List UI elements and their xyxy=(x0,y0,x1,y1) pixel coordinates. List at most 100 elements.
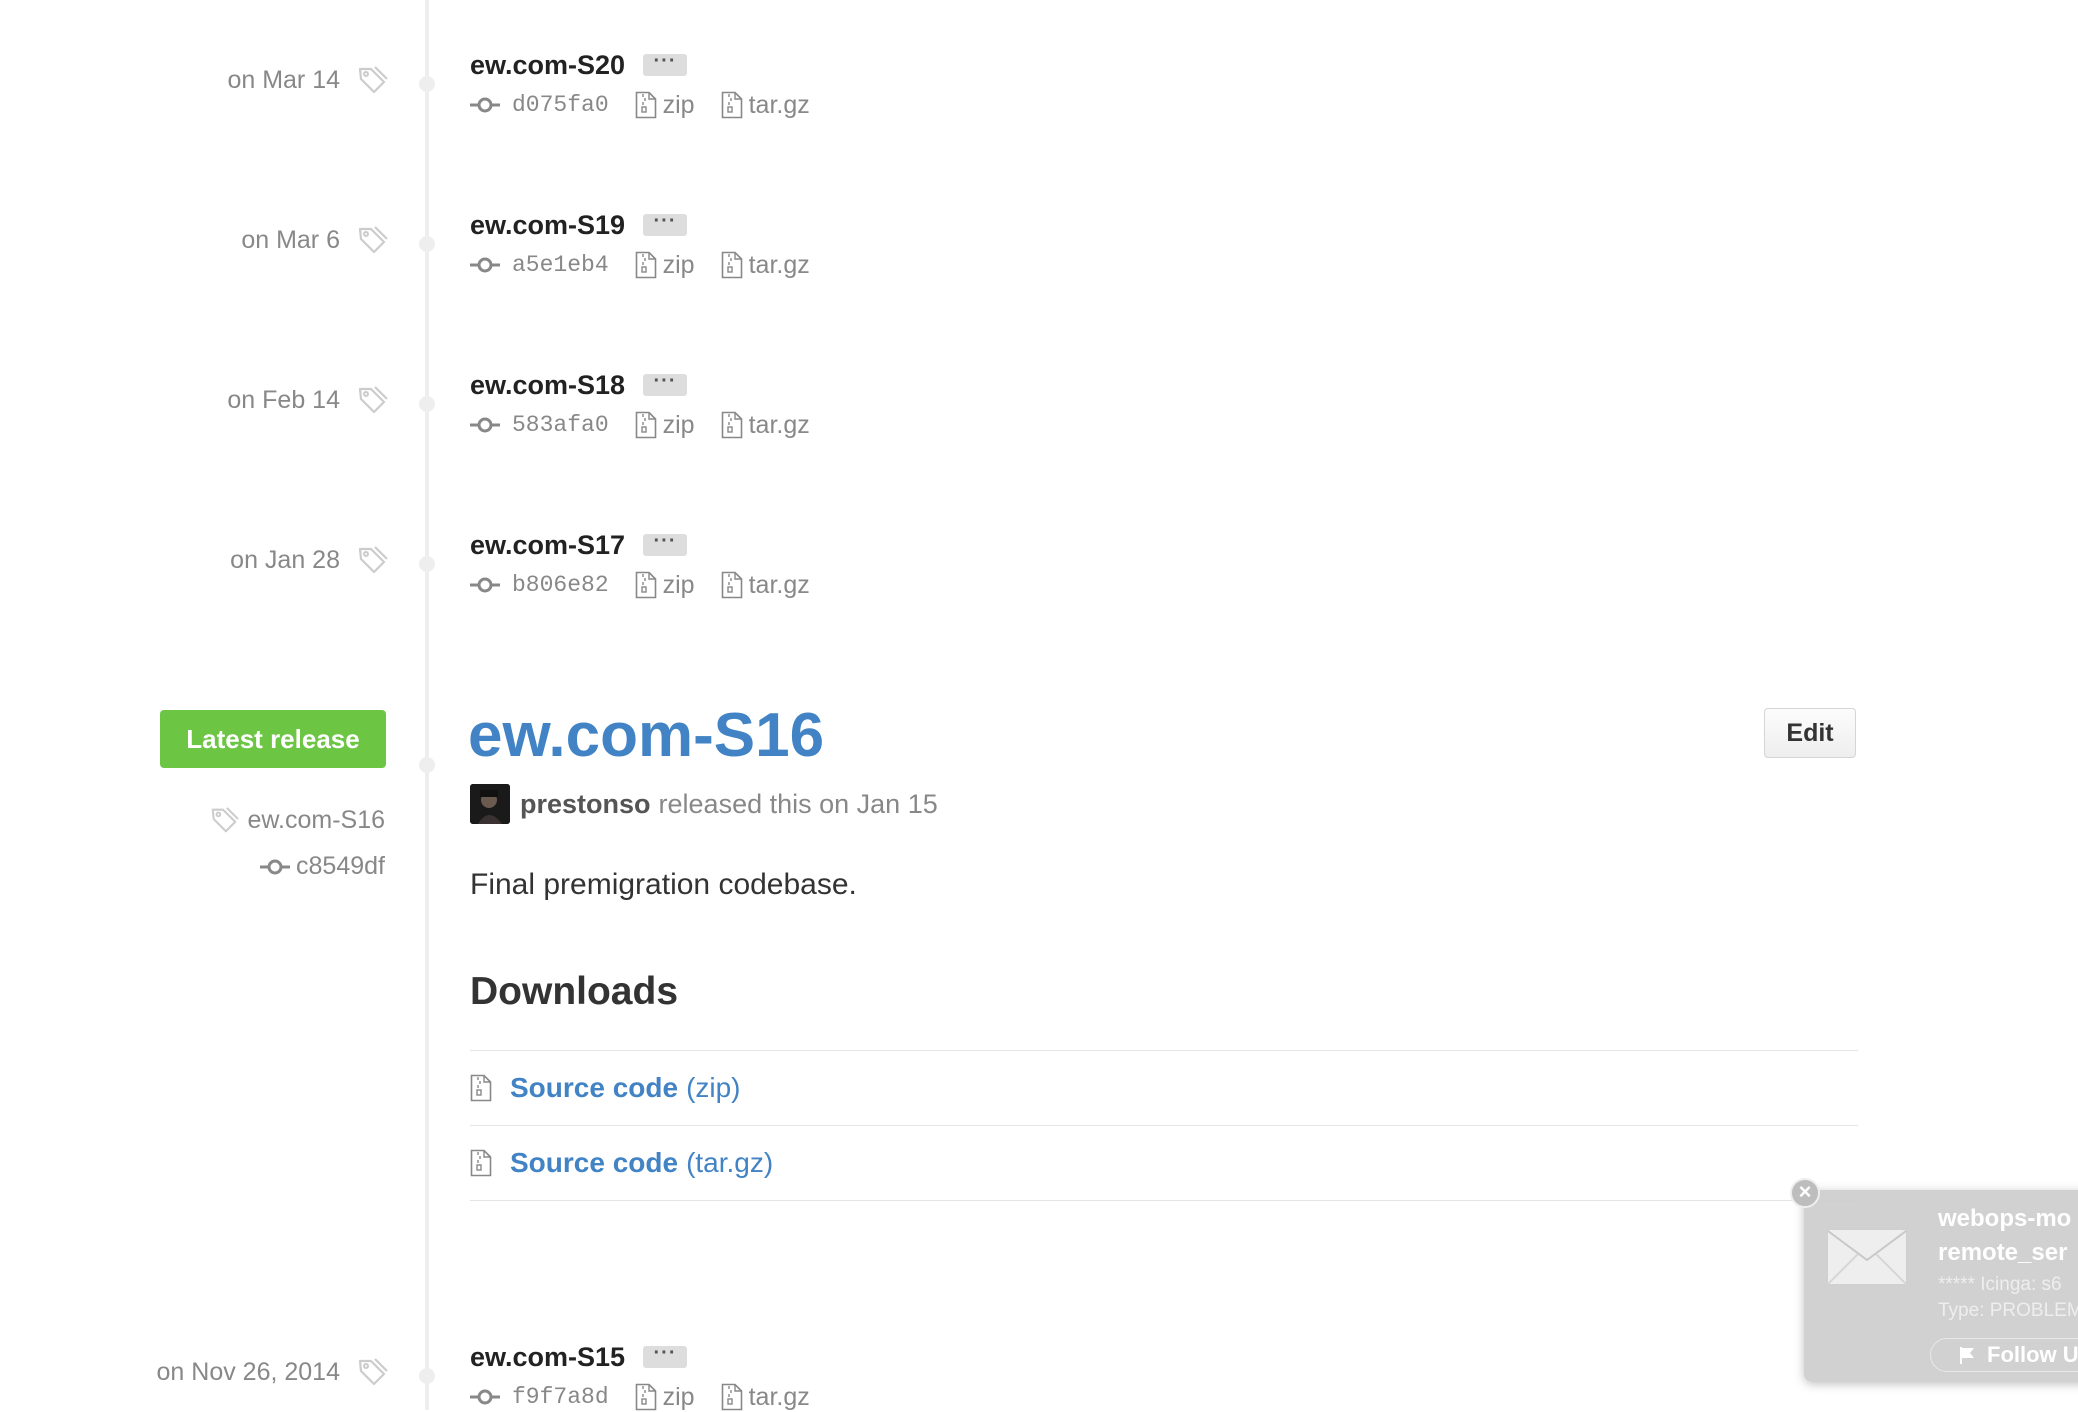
tag-icon xyxy=(356,1356,388,1388)
tag-meta: b806e82 zip tar.gz xyxy=(470,570,836,600)
source-code-label[interactable]: Source code xyxy=(510,1147,678,1179)
tag-meta: f9f7a8d zip tar.gz xyxy=(470,1382,836,1412)
zip-link[interactable]: zip xyxy=(663,91,695,120)
commit-sha-link[interactable]: b806e82 xyxy=(512,572,609,598)
zip-file-icon xyxy=(635,251,657,279)
release-tag[interactable]: ew.com-S16 xyxy=(209,805,385,835)
commit-icon xyxy=(260,857,290,877)
zip-file-icon xyxy=(721,411,743,439)
tag-meta: a5e1eb4 zip tar.gz xyxy=(470,250,836,280)
tag-icon xyxy=(356,544,388,576)
follow-button[interactable]: Follow U xyxy=(1930,1338,2078,1372)
zip-file-icon xyxy=(470,1074,492,1102)
zip-file-icon xyxy=(721,571,743,599)
notification-body: ***** Icinga: s6 Type: PROBLEM xyxy=(1938,1272,2078,1324)
targz-link[interactable]: tar.gz xyxy=(749,1383,810,1412)
author-link[interactable]: prestonso xyxy=(520,789,651,820)
zip-link[interactable]: zip xyxy=(663,251,695,280)
more-button[interactable]: ··· xyxy=(643,211,687,236)
zip-link[interactable]: zip xyxy=(663,1383,695,1412)
tag-meta: d075fa0 zip tar.gz xyxy=(470,90,836,120)
tag-row-next: on Nov 26, 2014 ew.com-S15 ··· f9f7a8d z… xyxy=(0,1310,2078,1412)
timeline-dot xyxy=(419,396,435,412)
flag-icon xyxy=(1960,1347,1974,1364)
timeline-dot xyxy=(419,757,435,773)
latest-release-badge: Latest release xyxy=(160,710,386,768)
zip-link[interactable]: zip xyxy=(663,411,695,440)
commit-sha-link[interactable]: a5e1eb4 xyxy=(512,252,609,278)
source-code-ext[interactable]: (zip) xyxy=(686,1072,740,1104)
zip-file-icon xyxy=(721,1383,743,1411)
tag-date: on Mar 14 xyxy=(227,66,340,94)
more-button[interactable]: ··· xyxy=(643,371,687,396)
released-text: released this on Jan 15 xyxy=(658,788,938,819)
more-button[interactable]: ··· xyxy=(643,1343,687,1368)
targz-link[interactable]: tar.gz xyxy=(749,411,810,440)
notification-body-line2: Type: PROBLEM xyxy=(1938,1300,2078,1321)
commit-sha-link[interactable]: f9f7a8d xyxy=(512,1384,609,1410)
notification-toast[interactable]: webops-mo remote_ser ***** Icinga: s6 Ty… xyxy=(1804,1190,2078,1382)
more-button[interactable]: ··· xyxy=(643,531,687,556)
download-item-zip[interactable]: Source code (zip) xyxy=(470,1050,1858,1125)
zip-file-icon xyxy=(721,91,743,119)
source-code-ext[interactable]: (tar.gz) xyxy=(686,1147,773,1179)
tag-row-2: on Feb 14 ew.com-S18 ··· 583afa0 zip tar… xyxy=(0,338,2078,440)
tag-row-0: on Mar 14 ew.com-S20 ··· d075fa0 zip tar… xyxy=(0,18,2078,120)
download-item-targz[interactable]: Source code (tar.gz) xyxy=(470,1125,1858,1201)
more-button[interactable]: ··· xyxy=(643,51,687,76)
tag-icon xyxy=(356,64,388,96)
tag-date: on Jan 28 xyxy=(230,546,340,574)
downloads-heading: Downloads xyxy=(470,970,679,1013)
tag-row-1: on Mar 6 ew.com-S19 ··· a5e1eb4 zip tar.… xyxy=(0,178,2078,280)
downloads-list: Source code (zip) Source code (tar.gz) xyxy=(470,1050,1858,1201)
zip-file-icon xyxy=(635,91,657,119)
notification-close-button[interactable]: × xyxy=(1790,1178,1820,1208)
zip-file-icon xyxy=(470,1149,492,1177)
commit-icon xyxy=(470,95,500,115)
tag-name-link[interactable]: ew.com-S17 xyxy=(470,530,625,561)
zip-file-icon xyxy=(721,251,743,279)
tag-meta: 583afa0 zip tar.gz xyxy=(470,410,836,440)
source-code-label[interactable]: Source code xyxy=(510,1072,678,1104)
tag-name-link[interactable]: ew.com-S15 xyxy=(470,1342,625,1373)
zip-link[interactable]: zip xyxy=(663,571,695,600)
notification-title: webops-mo remote_ser xyxy=(1938,1202,2071,1270)
commit-sha-link[interactable]: 583afa0 xyxy=(512,412,609,438)
tag-name-link[interactable]: ew.com-S18 xyxy=(470,370,625,401)
timeline-dot xyxy=(419,76,435,92)
commit-icon xyxy=(470,575,500,595)
zip-file-icon xyxy=(635,571,657,599)
tag-icon xyxy=(209,805,239,835)
timeline-dot xyxy=(419,556,435,572)
release-commit-label: c8549df xyxy=(296,852,385,880)
release-description: Final premigration codebase. xyxy=(470,868,857,901)
commit-icon xyxy=(470,415,500,435)
edit-button[interactable]: Edit xyxy=(1764,708,1856,758)
tag-icon xyxy=(356,384,388,416)
commit-sha-link[interactable]: d075fa0 xyxy=(512,92,609,118)
release-title-link[interactable]: ew.com-S16 xyxy=(468,700,824,771)
zip-file-icon xyxy=(635,411,657,439)
avatar[interactable] xyxy=(470,784,510,824)
targz-link[interactable]: tar.gz xyxy=(749,571,810,600)
tag-icon xyxy=(356,224,388,256)
release-tag-label: ew.com-S16 xyxy=(247,805,385,834)
commit-icon xyxy=(470,255,500,275)
release-byline: prestonso released this on Jan 15 xyxy=(470,784,938,824)
notification-title-line2: remote_ser xyxy=(1938,1239,2068,1266)
release-commit[interactable]: c8549df xyxy=(260,852,385,881)
tag-name-link[interactable]: ew.com-S20 xyxy=(470,50,625,81)
tag-date: on Feb 14 xyxy=(227,386,340,414)
tag-name-link[interactable]: ew.com-S19 xyxy=(470,210,625,241)
follow-button-label: Follow U xyxy=(1987,1342,2078,1367)
notification-body-line1: ***** Icinga: s6 xyxy=(1938,1274,2062,1295)
targz-link[interactable]: tar.gz xyxy=(749,91,810,120)
targz-link[interactable]: tar.gz xyxy=(749,251,810,280)
commit-icon xyxy=(470,1387,500,1407)
mail-icon xyxy=(1826,1228,1908,1286)
timeline-dot xyxy=(419,236,435,252)
tag-date: on Mar 6 xyxy=(241,226,340,254)
zip-file-icon xyxy=(635,1383,657,1411)
tag-date: on Nov 26, 2014 xyxy=(156,1358,340,1386)
timeline-dot xyxy=(419,1368,435,1384)
